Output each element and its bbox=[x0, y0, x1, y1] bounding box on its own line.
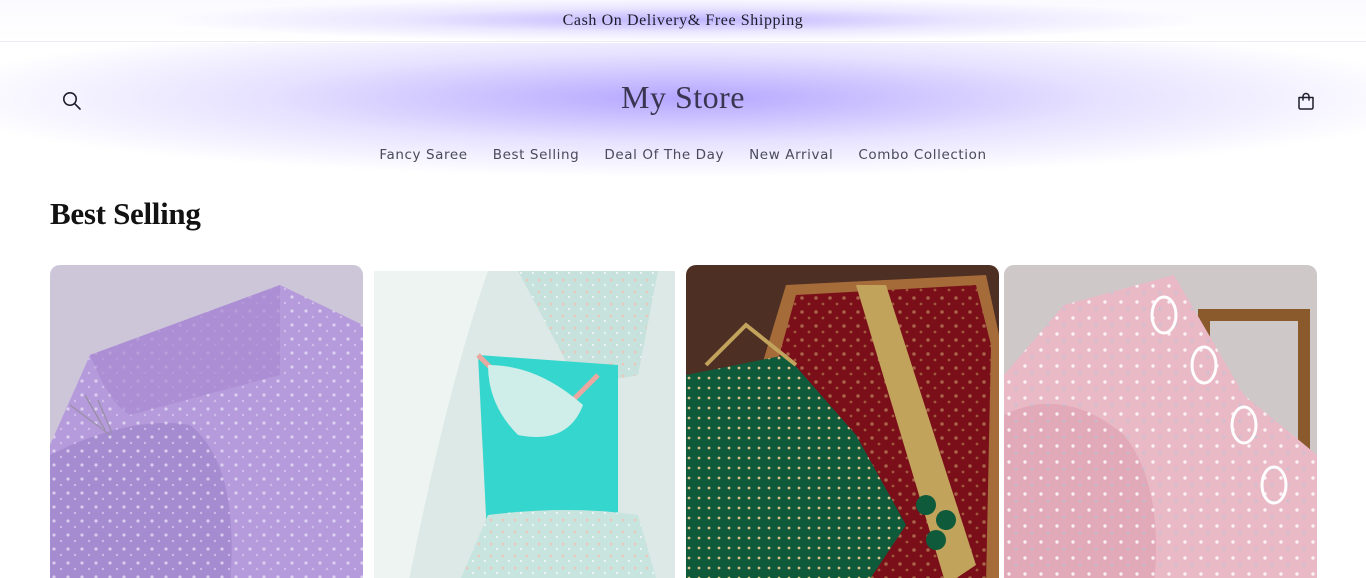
nav-item-best-selling[interactable]: Best Selling bbox=[493, 147, 580, 163]
product-card[interactable] bbox=[1004, 265, 1317, 578]
nav-item-deal-of-the-day[interactable]: Deal Of The Day bbox=[604, 147, 724, 163]
announcement-text: Cash On Delivery& Free Shipping bbox=[562, 11, 804, 29]
main-nav: Fancy Saree Best Selling Deal Of The Day… bbox=[0, 147, 1366, 163]
aqua-blouse-saree-image bbox=[368, 265, 681, 578]
cart-button[interactable] bbox=[1292, 87, 1320, 115]
maroon-green-saree-image bbox=[686, 265, 999, 578]
product-card[interactable] bbox=[686, 265, 999, 578]
cart-icon bbox=[1298, 92, 1314, 110]
announcement-bar: Cash On Delivery& Free Shipping bbox=[0, 0, 1366, 42]
lavender-saree-image bbox=[50, 265, 363, 578]
pink-saree-image bbox=[1004, 265, 1317, 578]
nav-item-combo-collection[interactable]: Combo Collection bbox=[858, 147, 986, 163]
site-header: My Store Fancy Saree Best Selling Deal O… bbox=[0, 43, 1366, 183]
product-card[interactable] bbox=[50, 265, 363, 578]
product-card[interactable] bbox=[368, 265, 681, 578]
product-grid bbox=[50, 265, 1317, 578]
store-logo[interactable]: My Store bbox=[0, 79, 1366, 116]
section-title: Best Selling bbox=[50, 196, 201, 231]
nav-item-fancy-saree[interactable]: Fancy Saree bbox=[379, 147, 467, 163]
nav-item-new-arrival[interactable]: New Arrival bbox=[749, 147, 833, 163]
